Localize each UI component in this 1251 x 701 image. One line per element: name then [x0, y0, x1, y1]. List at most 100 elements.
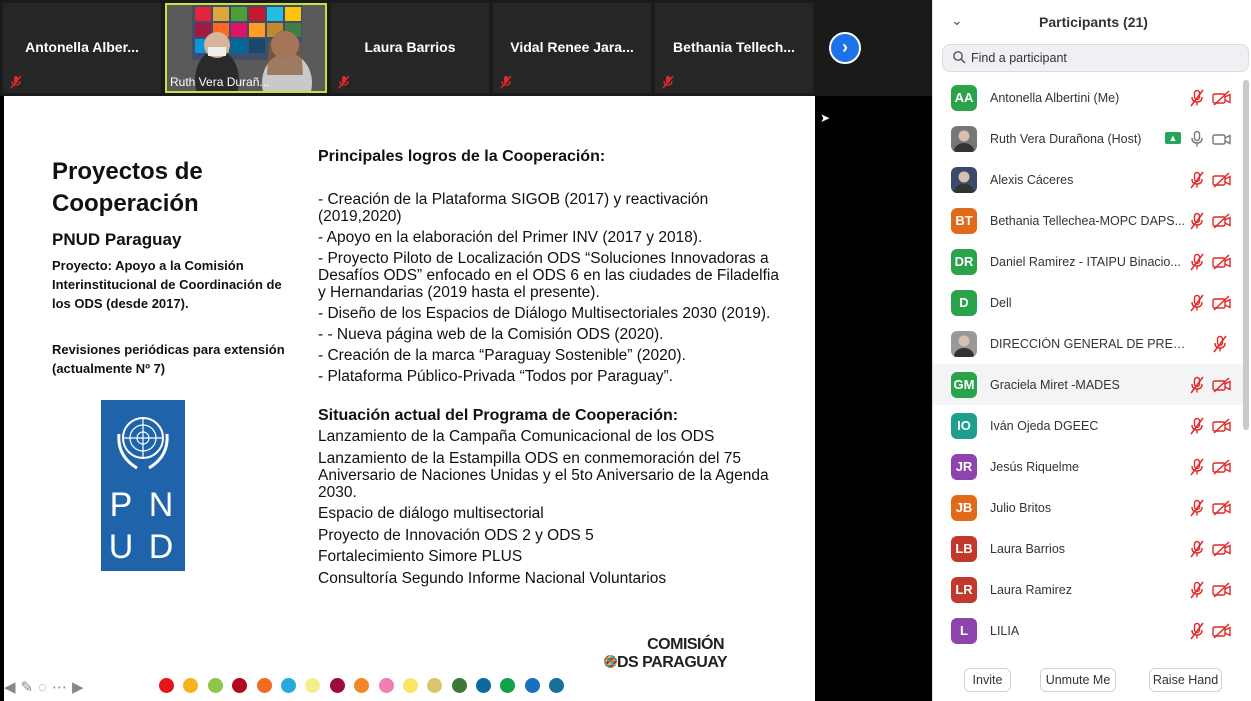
avatar	[951, 126, 977, 152]
mic-muted-icon[interactable]	[1189, 294, 1205, 312]
participant-row[interactable]: Ruth Vera Durañona (Host) ▲	[933, 118, 1245, 159]
participant-row[interactable]: LB Laura Barrios	[933, 528, 1245, 569]
video-off-icon[interactable]	[1212, 500, 1231, 516]
color-swatch[interactable]	[256, 678, 272, 693]
video-tile[interactable]: Vidal Renee Jara...	[493, 3, 651, 93]
avatar: LR	[951, 577, 977, 603]
mouse-cursor-icon: ➤	[820, 111, 831, 125]
color-swatch[interactable]	[402, 678, 418, 693]
color-swatch[interactable]	[354, 678, 370, 693]
raise-hand-button[interactable]: Raise Hand	[1149, 668, 1222, 692]
participant-name: Bethania Tellech...	[673, 39, 795, 55]
color-swatch[interactable]	[183, 678, 199, 693]
mic-muted-icon[interactable]	[1189, 540, 1205, 558]
video-off-icon[interactable]	[1212, 459, 1231, 475]
participant-row[interactable]: Alexis Cáceres	[933, 159, 1245, 200]
video-icon[interactable]	[1212, 131, 1231, 147]
video-tile[interactable]: Laura Barrios	[331, 3, 489, 93]
color-swatch[interactable]	[232, 678, 248, 693]
video-tile-active-speaker[interactable]: Ruth Vera Durañ...	[165, 3, 327, 93]
un-emblem-icon	[117, 417, 169, 470]
mic-muted-icon	[662, 75, 674, 89]
participant-row[interactable]: GM Graciela Miret -MADES	[933, 364, 1245, 405]
video-off-icon[interactable]	[1212, 90, 1231, 106]
video-off-icon[interactable]	[1212, 172, 1231, 188]
participant-row[interactable]: AA Antonella Albertini (Me)	[933, 77, 1245, 118]
comision-logo-line1: COMISIÓN	[647, 636, 724, 653]
participant-row[interactable]: DIRECCIÓN GENERAL DE PRESUPUE...	[933, 323, 1245, 364]
participants-header: ⌄ Participants (21)	[933, 0, 1251, 44]
color-swatch[interactable]	[329, 678, 345, 693]
color-swatch[interactable]	[207, 678, 223, 693]
mic-muted-icon[interactable]	[1189, 253, 1205, 271]
share-screen-badge-icon: ▲	[1165, 132, 1181, 144]
video-off-icon[interactable]	[1212, 213, 1231, 229]
color-swatch[interactable]	[451, 678, 467, 693]
mic-muted-icon[interactable]	[1189, 417, 1205, 435]
participant-name: Ruth Vera Durañona (Host)	[990, 132, 1142, 146]
logo-letter: D	[148, 528, 174, 566]
invite-button[interactable]: Invite	[964, 668, 1011, 692]
participant-name: Bethania Tellechea-MOPC DAPS...	[990, 214, 1186, 228]
more-icon[interactable]: ⋯	[52, 678, 67, 696]
pencil-icon[interactable]: ✎	[21, 678, 34, 696]
color-swatch[interactable]	[476, 678, 492, 693]
achievement-item: - Creación de la marca “Paraguay Sosteni…	[318, 347, 686, 364]
participant-row[interactable]: JB Julio Britos	[933, 487, 1245, 528]
participant-row[interactable]: JR Jesús Riquelme	[933, 446, 1245, 487]
mic-muted-icon[interactable]	[1212, 335, 1228, 353]
unmute-me-button[interactable]: Unmute Me	[1040, 668, 1116, 692]
color-swatch[interactable]	[280, 678, 296, 693]
pnud-logo: PN UD	[101, 400, 185, 571]
mic-muted-icon[interactable]	[1189, 622, 1205, 640]
participant-row[interactable]: BT Bethania Tellechea-MOPC DAPS...	[933, 200, 1245, 241]
color-swatch[interactable]	[378, 678, 394, 693]
mic-muted-icon[interactable]	[1189, 376, 1205, 394]
status-item: Espacio de diálogo multisectorial	[318, 505, 544, 522]
participant-search[interactable]	[942, 44, 1249, 72]
video-off-icon[interactable]	[1212, 582, 1231, 598]
mic-muted-icon[interactable]	[1189, 171, 1205, 189]
mic-icon[interactable]	[1189, 130, 1205, 148]
participant-row[interactable]: D Dell	[933, 282, 1245, 323]
video-off-icon[interactable]	[1212, 254, 1231, 270]
color-swatch[interactable]	[159, 678, 174, 693]
ods-wheel-icon	[604, 655, 617, 668]
avatar: DR	[951, 249, 977, 275]
participant-name: Alexis Cáceres	[990, 173, 1074, 187]
color-swatch[interactable]	[500, 678, 516, 693]
mic-muted-icon[interactable]	[1189, 499, 1205, 517]
comment-icon[interactable]: ◌	[38, 679, 47, 696]
video-off-icon[interactable]	[1212, 541, 1231, 557]
mic-muted-icon[interactable]	[1189, 212, 1205, 230]
participant-name: Antonella Albertini (Me)	[990, 91, 1120, 105]
color-swatch[interactable]	[427, 678, 443, 693]
search-input[interactable]	[971, 49, 1231, 67]
arrow-left-icon[interactable]: ◀	[4, 678, 16, 696]
comision-logo-line2: DS PARAGUAY	[617, 654, 728, 671]
participant-row[interactable]: LR Laura Ramirez	[933, 569, 1245, 610]
participant-name: Daniel Ramirez - ITAIPU Binacio...	[990, 255, 1181, 269]
participant-name: Laura Barrios	[364, 39, 456, 55]
participant-row[interactable]: L LILIA	[933, 610, 1245, 651]
video-off-icon[interactable]	[1212, 377, 1231, 393]
status-item: Proyecto de Innovación ODS 2 y ODS 5	[318, 526, 594, 544]
video-off-icon[interactable]	[1212, 418, 1231, 434]
participant-row[interactable]: DR Daniel Ramirez - ITAIPU Binacio...	[933, 241, 1245, 282]
next-page-button[interactable]: ›	[829, 32, 861, 64]
avatar: GM	[951, 372, 977, 398]
color-swatch[interactable]	[305, 678, 321, 693]
video-off-icon[interactable]	[1212, 623, 1231, 639]
color-swatch[interactable]	[524, 678, 540, 693]
mic-muted-icon[interactable]	[1189, 89, 1205, 107]
participant-row[interactable]: IO Iván Ojeda DGEEC	[933, 405, 1245, 446]
video-tile[interactable]: Antonella Alber...	[3, 3, 161, 93]
scrollbar[interactable]	[1243, 80, 1249, 430]
mic-muted-icon[interactable]	[1189, 581, 1205, 599]
arrow-right-icon[interactable]: ▶	[72, 678, 84, 696]
video-tile[interactable]: Bethania Tellech...	[655, 3, 813, 93]
mic-muted-icon[interactable]	[1189, 458, 1205, 476]
color-swatch[interactable]	[549, 678, 565, 693]
logo-letter: U	[108, 528, 134, 566]
video-off-icon[interactable]	[1212, 295, 1231, 311]
